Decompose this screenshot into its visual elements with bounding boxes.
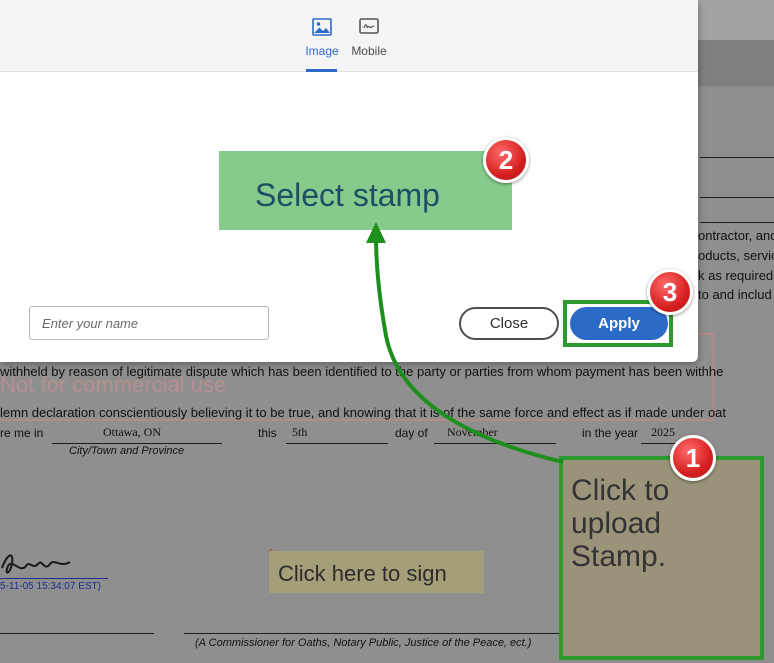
- tab-mobile-label: Mobile: [351, 44, 387, 58]
- close-button[interactable]: Close: [459, 307, 559, 340]
- month-line: [434, 443, 556, 444]
- dialog-tabbar: Image Mobile: [0, 0, 698, 72]
- tab-image[interactable]: Image: [303, 18, 341, 58]
- document-top-strip: [698, 0, 774, 40]
- declaration-line: lemn declaration conscientiously believi…: [0, 405, 727, 420]
- step-badge-2: 2: [483, 137, 529, 183]
- name-input[interactable]: [29, 306, 269, 340]
- doc-fragment: k as required: [698, 268, 774, 283]
- commissioner-caption: (A Commissioner for Oaths, Notary Public…: [195, 637, 532, 649]
- declaration-line: withheld by reason of legitimate dispute…: [0, 364, 724, 379]
- doc-fragment: ontractor, and: [698, 228, 774, 243]
- month-value: November: [447, 425, 498, 439]
- doc-fragment: to and includ: [698, 287, 772, 302]
- step-badge-1: 1: [670, 435, 716, 481]
- doc-fragment: oducts, servic: [698, 248, 774, 263]
- signature-icon: [359, 18, 379, 34]
- image-icon: [312, 18, 332, 36]
- this-label: this: [258, 426, 277, 440]
- signature-scribble-icon: [1, 554, 71, 574]
- form-line: [700, 222, 774, 223]
- declared-prefix: re me in: [0, 426, 44, 440]
- form-line: [700, 157, 774, 158]
- tab-image-label: Image: [305, 44, 339, 58]
- document-toolbar: [698, 40, 774, 86]
- select-stamp-area[interactable]: Select stamp: [219, 151, 512, 230]
- form-line: [700, 197, 774, 198]
- signature-underline: [0, 578, 108, 579]
- signature-timestamp: 5-11-05 15:34:07 EST): [0, 581, 101, 592]
- active-tab-indicator: [306, 69, 337, 72]
- city-value: Ottawa, ON: [103, 425, 161, 439]
- city-caption: City/Town and Province: [69, 445, 185, 457]
- day-of-label: day of: [395, 426, 428, 440]
- click-to-sign-field[interactable]: Click here to sign: [269, 551, 484, 593]
- city-line: [52, 443, 222, 444]
- step-badge-3: 3: [647, 269, 693, 315]
- day-value: 5th: [292, 425, 308, 439]
- year-label: in the year: [582, 426, 639, 440]
- signature-line: [0, 633, 154, 634]
- tab-mobile[interactable]: Mobile: [349, 18, 389, 58]
- commissioner-line: [184, 633, 564, 634]
- day-line: [286, 443, 388, 444]
- upload-stamp-callout[interactable]: Click to upload Stamp.: [559, 456, 764, 660]
- year-value: 2025: [651, 425, 675, 439]
